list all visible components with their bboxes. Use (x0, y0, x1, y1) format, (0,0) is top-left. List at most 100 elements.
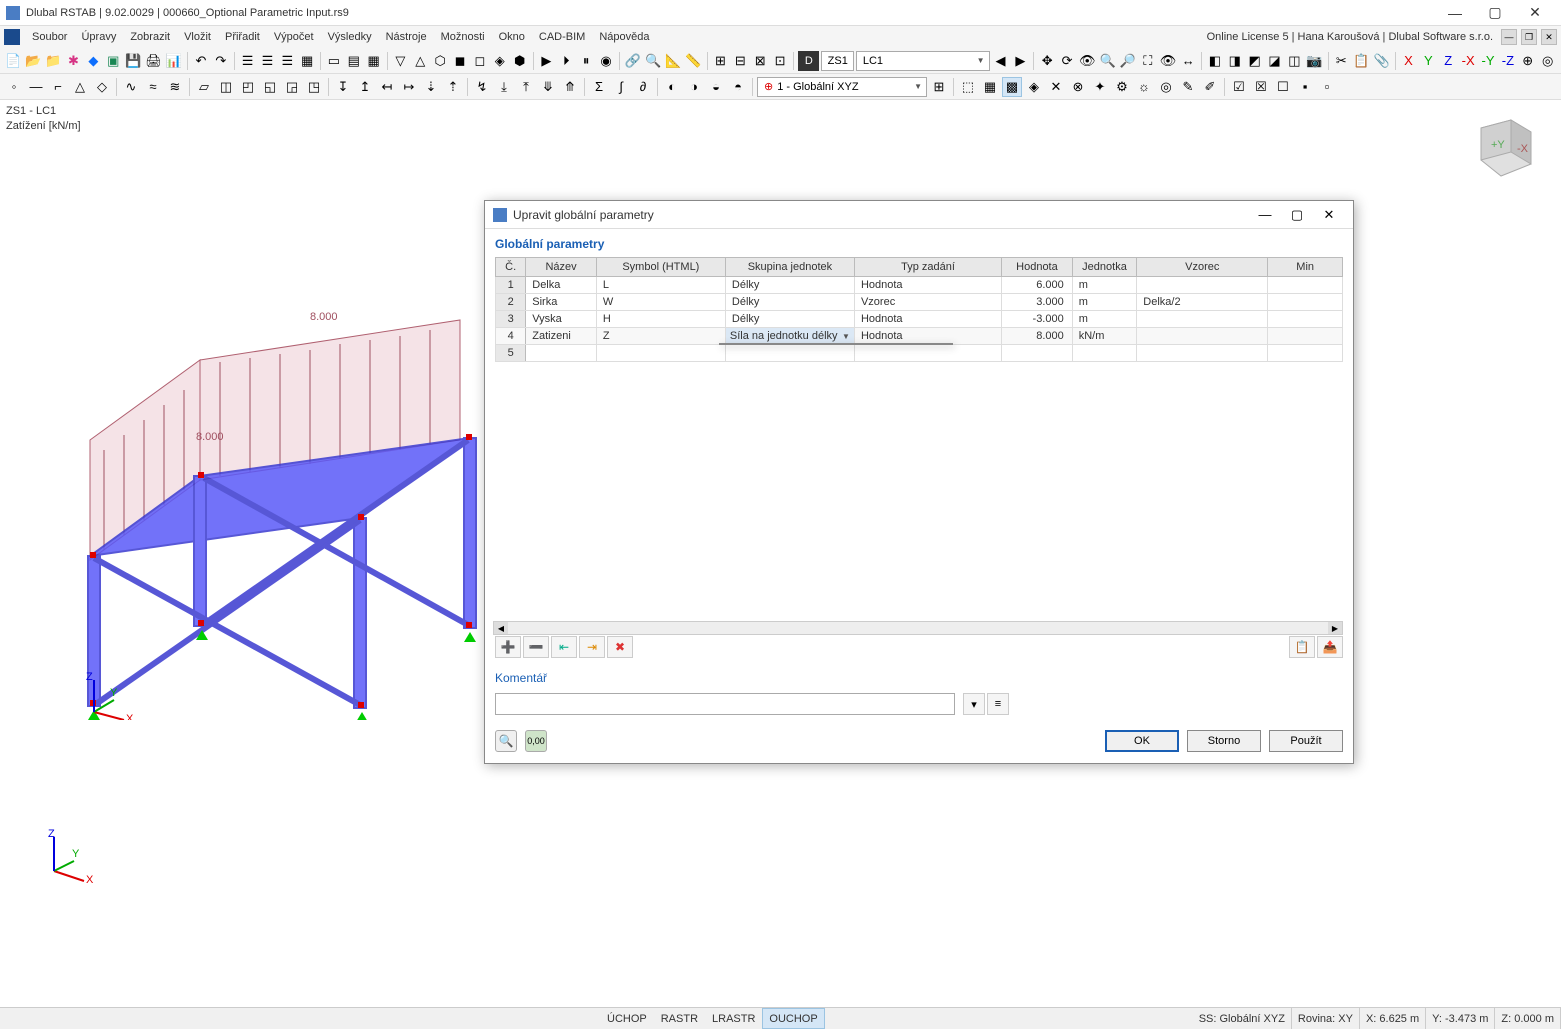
cell-type[interactable] (854, 345, 1001, 362)
status-toggle-rastr[interactable]: RASTR (654, 1008, 705, 1029)
menu-cad-bim[interactable]: CAD-BIM (533, 29, 591, 45)
dialog-minimize-icon[interactable]: — (1249, 203, 1281, 227)
isoview-icon[interactable]: ◧ (1206, 51, 1224, 71)
ok-button[interactable]: OK (1105, 730, 1179, 752)
cell-min[interactable] (1268, 294, 1343, 311)
cell-min[interactable] (1268, 311, 1343, 328)
t2-icon-37[interactable]: ◈ (1024, 77, 1044, 97)
col-symbol[interactable]: Symbol (HTML) (596, 258, 725, 277)
cell-unit[interactable]: m (1072, 294, 1137, 311)
delete-row-icon[interactable]: ➖ (523, 636, 549, 658)
zoom-in-icon[interactable]: 🔍 (1098, 51, 1116, 71)
t2-icon-3[interactable]: ⌐ (48, 77, 68, 97)
t2-icon-23[interactable]: ⤒ (516, 77, 536, 97)
open-folder-icon[interactable]: 📁 (44, 51, 62, 71)
col-unit[interactable]: Jednotka (1072, 258, 1137, 277)
cell-group[interactable]: Délky (725, 277, 854, 294)
t2-icon-25[interactable]: ⤊ (560, 77, 580, 97)
t2-icon-1[interactable]: ◦ (4, 77, 24, 97)
cell-unit[interactable]: kN/m (1072, 328, 1137, 345)
axis-y-icon[interactable]: Y (1419, 51, 1437, 71)
cell-symbol[interactable]: H (596, 311, 725, 328)
scroll-down-icon[interactable]: ▼ (938, 343, 952, 344)
cell-type[interactable]: Hodnota (854, 328, 1001, 345)
cell-type[interactable]: Hodnota (854, 277, 1001, 294)
table-row[interactable]: 4ZatizeniZSíla na jednotku délky▼Hodnota… (496, 328, 1343, 345)
t2-icon-20[interactable]: ⇡ (443, 77, 463, 97)
menu-priradit[interactable]: Přiřadit (219, 29, 266, 45)
coord-system-combo[interactable]: ⊕1 - Globální XYZ▼ (757, 77, 927, 97)
t2-icon-16[interactable]: ↥ (355, 77, 375, 97)
t2-icon-4[interactable]: △ (70, 77, 90, 97)
open-file-icon[interactable]: 📂 (24, 51, 42, 71)
t2-icon-39[interactable]: ⊗ (1068, 77, 1088, 97)
t2-icon-38[interactable]: ✕ (1046, 77, 1066, 97)
cancel-button[interactable]: Storno (1187, 730, 1261, 752)
cell-formula[interactable] (1137, 277, 1268, 294)
next-icon[interactable]: ▶ (1011, 51, 1029, 71)
col-name[interactable]: Název (526, 258, 597, 277)
status-toggle-ouchop[interactable]: OUCHOP (762, 1008, 824, 1029)
list-icon-3[interactable]: ☰ (278, 51, 296, 71)
cell-group[interactable]: Délky (725, 311, 854, 328)
t2-icon-24[interactable]: ⤋ (538, 77, 558, 97)
t2-icon-42[interactable]: ☼ (1134, 77, 1154, 97)
table-row[interactable]: 2SirkaWDélkyVzorec3.000mDelka/2 (496, 294, 1343, 311)
hscroll-right-icon[interactable]: ▶ (1328, 622, 1342, 634)
link-icon-1[interactable]: 🔗 (624, 51, 642, 71)
t2-icon-22[interactable]: ⤓ (494, 77, 514, 97)
menu-nastroje[interactable]: Nástroje (380, 29, 433, 45)
t2-icon-26[interactable]: Σ (589, 77, 609, 97)
model-icon-3[interactable]: ⬡ (431, 51, 449, 71)
t2-icon-21[interactable]: ↯ (472, 77, 492, 97)
cut-icon[interactable]: ✂ (1332, 51, 1350, 71)
cell-symbol[interactable]: W (596, 294, 725, 311)
t2-icon-45[interactable]: ✐ (1200, 77, 1220, 97)
cell-formula[interactable]: Delka/2 (1137, 294, 1268, 311)
view-icon-2[interactable]: ▤ (345, 51, 363, 71)
t2-icon-9[interactable]: ▱ (194, 77, 214, 97)
axis-neg-x-icon[interactable]: -X (1459, 51, 1477, 71)
axis-z-icon[interactable]: Z (1439, 51, 1457, 71)
table-row[interactable]: 3VyskaHDélkyHodnota-3.000m (496, 311, 1343, 328)
cell-unit[interactable]: m (1072, 311, 1137, 328)
col-min[interactable]: Min (1268, 258, 1343, 277)
cell-symbol[interactable]: L (596, 277, 725, 294)
export-table-icon[interactable]: 📤 (1317, 636, 1343, 658)
col-type[interactable]: Typ zadání (854, 258, 1001, 277)
chart-icon[interactable]: 📊 (165, 51, 183, 71)
col-group[interactable]: Skupina jednotek (725, 258, 854, 277)
print-icon[interactable]: 🖨 (144, 51, 163, 71)
t2-icon-28[interactable]: ∂ (633, 77, 653, 97)
t2-icon-27[interactable]: ∫ (611, 77, 631, 97)
menu-upravy[interactable]: Úpravy (75, 29, 122, 45)
model-icon-4[interactable]: ◼ (451, 51, 469, 71)
col-value[interactable]: Hodnota (1002, 258, 1073, 277)
cell-min[interactable] (1268, 345, 1343, 362)
t2-icon-44[interactable]: ✎ (1178, 77, 1198, 97)
t2-icon-34[interactable]: ⬚ (958, 77, 978, 97)
t2-icon-11[interactable]: ◰ (238, 77, 258, 97)
cell-formula[interactable] (1137, 328, 1268, 345)
cam-icon[interactable]: 📷 (1305, 51, 1323, 71)
axis-x-icon[interactable]: X (1400, 51, 1418, 71)
col-num[interactable]: Č. (496, 258, 526, 277)
list-icon-2[interactable]: ☰ (258, 51, 276, 71)
sideview-icon[interactable]: ◪ (1266, 51, 1284, 71)
menu-moznosti[interactable]: Možnosti (435, 29, 491, 45)
dialog-close-icon[interactable]: ✕ (1313, 203, 1345, 227)
child-minimize-icon[interactable]: — (1501, 29, 1517, 45)
cell-name[interactable]: Vyska (526, 311, 597, 328)
col-formula[interactable]: Vzorec (1137, 258, 1268, 277)
t2-icon-2[interactable]: — (26, 77, 46, 97)
t2-icon-10[interactable]: ◫ (216, 77, 236, 97)
t2-icon-48[interactable]: ☐ (1273, 77, 1293, 97)
dim-icon[interactable]: ↔ (1179, 51, 1197, 71)
menu-okno[interactable]: Okno (493, 29, 531, 45)
comment-pick-icon[interactable]: ≡ (987, 693, 1009, 715)
status-toggle-uchop[interactable]: ÚCHOP (600, 1008, 654, 1029)
list-icon-1[interactable]: ☰ (239, 51, 257, 71)
t2-icon-35[interactable]: ▦ (980, 77, 1000, 97)
model-icon-5[interactable]: ◻ (471, 51, 489, 71)
t2-icon-18[interactable]: ↦ (399, 77, 419, 97)
